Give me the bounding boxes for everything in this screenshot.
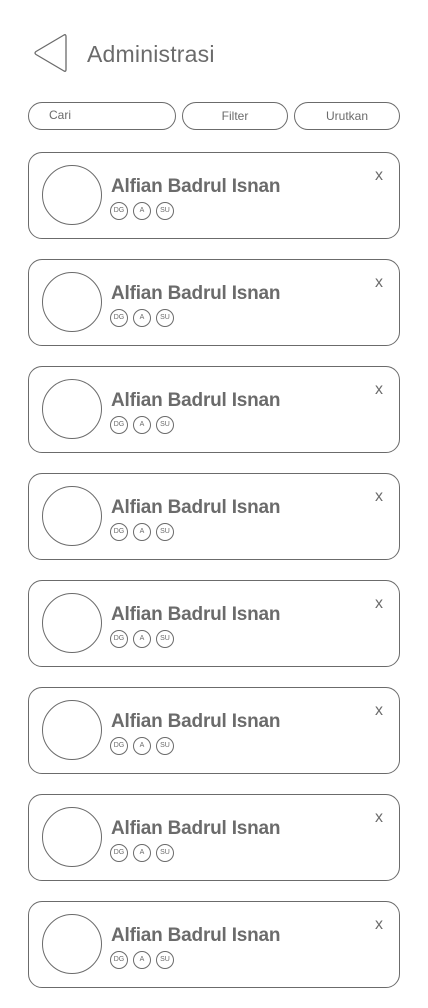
member-card[interactable]: Alfian Badrul Isnan DG A SU x [28, 580, 400, 667]
sort-button[interactable]: Urutkan [294, 102, 400, 130]
role-badge: DG [110, 951, 128, 969]
role-badge: DG [110, 630, 128, 648]
header: Administrasi [0, 0, 428, 100]
member-name: Alfian Badrul Isnan [111, 604, 281, 625]
role-badge: DG [110, 737, 128, 755]
back-button[interactable] [32, 33, 68, 73]
role-badge: DG [110, 202, 128, 220]
remove-member-button[interactable]: x [375, 916, 383, 934]
role-badge: A [133, 523, 151, 541]
filter-button[interactable]: Filter [182, 102, 288, 130]
role-badges: DG A SU [110, 737, 174, 755]
role-badge: A [133, 416, 151, 434]
remove-member-button[interactable]: x [375, 702, 383, 720]
role-badge: SU [156, 737, 174, 755]
page-title: Administrasi [87, 41, 215, 67]
avatar [42, 272, 102, 332]
role-badge: DG [110, 844, 128, 862]
role-badge: DG [110, 523, 128, 541]
back-triangle-icon [34, 34, 67, 72]
role-badges: DG A SU [110, 309, 174, 327]
member-card[interactable]: Alfian Badrul Isnan DG A SU x [28, 259, 400, 346]
role-badge: SU [156, 523, 174, 541]
avatar [42, 593, 102, 653]
role-badge: SU [156, 309, 174, 327]
role-badges: DG A SU [110, 416, 174, 434]
role-badge: DG [110, 309, 128, 327]
role-badges: DG A SU [110, 630, 174, 648]
member-name: Alfian Badrul Isnan [111, 390, 281, 411]
role-badge: SU [156, 416, 174, 434]
role-badge: A [133, 630, 151, 648]
member-name: Alfian Badrul Isnan [111, 711, 281, 732]
role-badge: DG [110, 416, 128, 434]
role-badge: SU [156, 202, 174, 220]
member-card[interactable]: Alfian Badrul Isnan DG A SU x [28, 152, 400, 239]
controls-bar: Filter Urutkan [28, 102, 400, 132]
search-input[interactable] [49, 108, 159, 122]
member-card[interactable]: Alfian Badrul Isnan DG A SU x [28, 901, 400, 988]
avatar [42, 486, 102, 546]
member-card[interactable]: Alfian Badrul Isnan DG A SU x [28, 473, 400, 560]
member-name: Alfian Badrul Isnan [111, 283, 281, 304]
member-name: Alfian Badrul Isnan [111, 176, 281, 197]
remove-member-button[interactable]: x [375, 381, 383, 399]
role-badges: DG A SU [110, 202, 174, 220]
member-name: Alfian Badrul Isnan [111, 925, 281, 946]
role-badge: A [133, 951, 151, 969]
role-badge: SU [156, 630, 174, 648]
avatar [42, 700, 102, 760]
member-list: Alfian Badrul Isnan DG A SU x Alfian Badrul I… [28, 152, 400, 1008]
role-badge: A [133, 844, 151, 862]
avatar [42, 807, 102, 867]
remove-member-button[interactable]: x [375, 809, 383, 827]
role-badges: DG A SU [110, 844, 174, 862]
avatar [42, 165, 102, 225]
avatar [42, 379, 102, 439]
member-name: Alfian Badrul Isnan [111, 818, 281, 839]
search-field[interactable] [28, 102, 176, 130]
role-badge: A [133, 309, 151, 327]
remove-member-button[interactable]: x [375, 274, 383, 292]
member-card[interactable]: Alfian Badrul Isnan DG A SU x [28, 366, 400, 453]
avatar [42, 914, 102, 974]
remove-member-button[interactable]: x [375, 167, 383, 185]
role-badges: DG A SU [110, 951, 174, 969]
role-badge: A [133, 202, 151, 220]
member-name: Alfian Badrul Isnan [111, 497, 281, 518]
role-badge: A [133, 737, 151, 755]
member-card[interactable]: Alfian Badrul Isnan DG A SU x [28, 794, 400, 881]
member-card[interactable]: Alfian Badrul Isnan DG A SU x [28, 687, 400, 774]
role-badges: DG A SU [110, 523, 174, 541]
remove-member-button[interactable]: x [375, 488, 383, 506]
role-badge: SU [156, 951, 174, 969]
role-badge: SU [156, 844, 174, 862]
remove-member-button[interactable]: x [375, 595, 383, 613]
